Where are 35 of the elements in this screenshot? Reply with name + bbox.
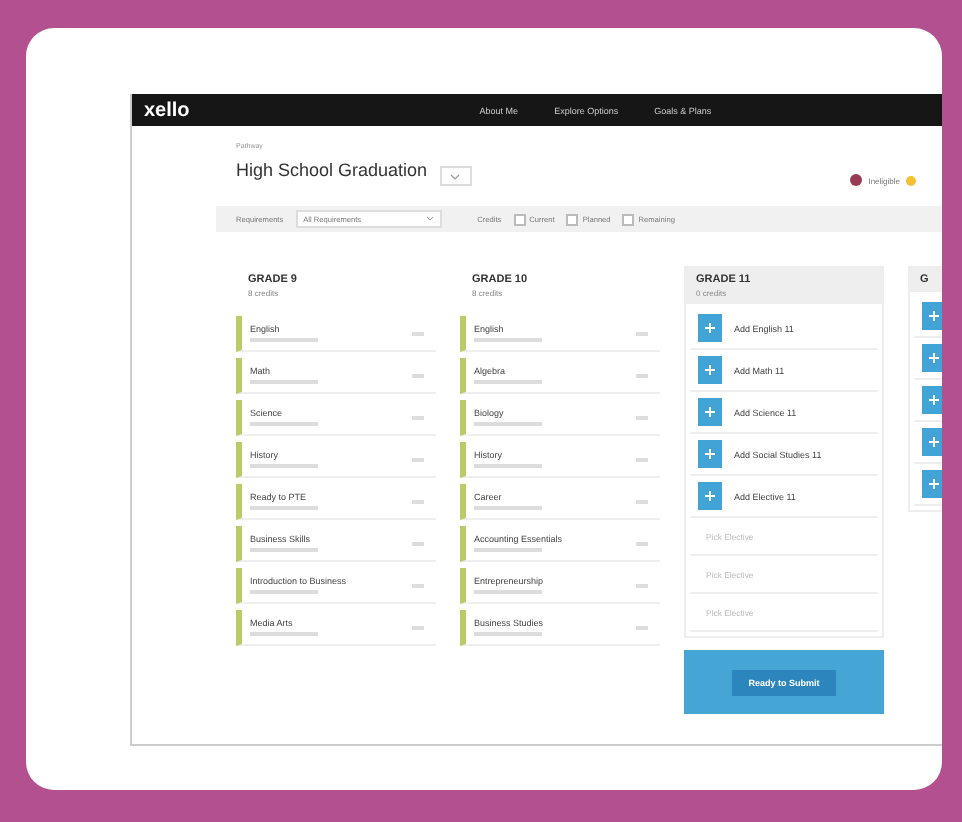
course-detail-line [250, 506, 318, 510]
plan-title: High School Graduation [236, 160, 428, 180]
course-detail-line [474, 464, 542, 468]
plus-icon[interactable] [698, 356, 722, 384]
course-detail-line [250, 338, 318, 342]
course-detail-line [250, 380, 318, 384]
course-detail-line [474, 380, 542, 384]
status-dot [906, 175, 916, 185]
course-detail-line [474, 548, 542, 552]
dropdown-button[interactable] [439, 166, 472, 186]
course-detail-line [250, 464, 318, 468]
course-detail-line [474, 422, 542, 426]
plus-icon[interactable] [922, 470, 942, 498]
checkbox[interactable] [566, 213, 579, 225]
course-detail-line [250, 422, 318, 426]
checkbox[interactable] [622, 213, 635, 225]
course-detail-line [474, 506, 542, 510]
chevron-down-icon [450, 173, 461, 179]
plus-icon[interactable] [922, 302, 942, 330]
course-detail-line [250, 632, 318, 636]
course-detail-line [250, 590, 318, 594]
logo-text[interactable]: xello [144, 99, 190, 121]
plus-icon[interactable] [922, 386, 942, 414]
course-detail-line [474, 338, 542, 342]
plus-icon[interactable] [698, 314, 722, 342]
plus-icon[interactable] [698, 482, 722, 510]
course-detail-line [474, 632, 542, 636]
course-detail-line [474, 590, 542, 594]
checkbox[interactable] [513, 213, 526, 225]
plus-icon[interactable] [922, 344, 942, 372]
plus-icon[interactable] [698, 440, 722, 468]
status-icon [850, 174, 863, 186]
plus-icon[interactable] [922, 428, 942, 456]
plus-icon[interactable] [698, 398, 722, 426]
course-detail-line [250, 548, 318, 552]
